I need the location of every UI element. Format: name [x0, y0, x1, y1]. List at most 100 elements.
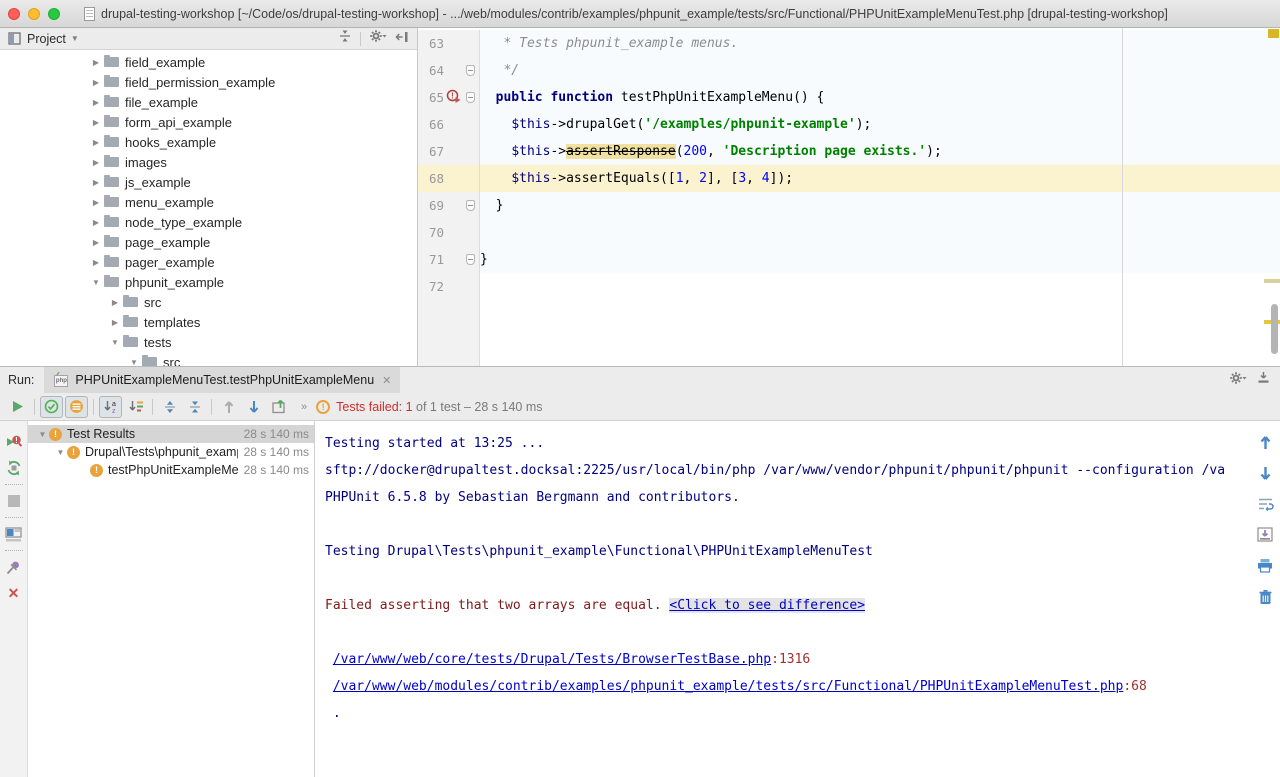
chevron-expanded-icon[interactable]: ▼	[54, 448, 67, 457]
editor-line[interactable]: 65! public function testPhpUnitExampleMe…	[418, 84, 1280, 111]
rerun-button[interactable]	[0, 455, 27, 481]
chevron-expanded-icon[interactable]: ▼	[36, 430, 49, 439]
code-line-content[interactable]: }	[480, 246, 1280, 273]
print-icon[interactable]	[1257, 558, 1273, 578]
project-tree-item[interactable]: ▶images	[0, 152, 417, 172]
more-actions-icon[interactable]: »	[301, 401, 308, 413]
editor-line[interactable]: 67 $this->assertResponse(200, 'Descripti…	[418, 138, 1280, 165]
hide-tool-window-icon[interactable]	[1257, 371, 1270, 389]
code-line-content[interactable]: $this->drupalGet('/examples/phpunit-exam…	[480, 111, 1280, 138]
next-failed-test-button[interactable]	[242, 396, 265, 418]
soft-wrap-toggle-icon[interactable]	[1257, 497, 1274, 516]
code-line-content[interactable]: */	[480, 57, 1280, 84]
project-tree-item[interactable]: ▶page_example	[0, 232, 417, 252]
code-line-content[interactable]: $this->assertEquals([1, 2], [3, 4]);	[480, 165, 1280, 192]
project-tree-item[interactable]: ▼tests	[0, 332, 417, 352]
close-window-button[interactable]	[8, 8, 20, 20]
code-editor[interactable]: 63 * Tests phpunit_example menus.64 */65…	[418, 28, 1280, 366]
chevron-collapsed-icon[interactable]: ▶	[88, 78, 104, 87]
minimize-window-button[interactable]	[28, 8, 40, 20]
chevron-expanded-icon[interactable]: ▼	[107, 338, 123, 347]
rerun-test-button[interactable]	[6, 396, 29, 418]
chevron-collapsed-icon[interactable]: ▶	[88, 218, 104, 227]
clear-all-icon[interactable]	[1258, 589, 1273, 610]
zoom-window-button[interactable]	[48, 8, 60, 20]
fold-marker-icon[interactable]	[466, 254, 475, 265]
gear-icon[interactable]	[369, 29, 387, 48]
chevron-down-icon[interactable]: ▼	[71, 34, 79, 43]
error-stripe-warning-marker[interactable]	[1268, 29, 1279, 38]
code-line-content[interactable]: * Tests phpunit_example menus.	[480, 30, 1280, 57]
chevron-collapsed-icon[interactable]: ▶	[107, 318, 123, 327]
close-tab-icon[interactable]: ✕	[382, 374, 391, 387]
next-message-button[interactable]	[1259, 466, 1272, 486]
code-line-content[interactable]: $this->assertResponse(200, 'Description …	[480, 138, 1280, 165]
chevron-collapsed-icon[interactable]: ▶	[88, 98, 104, 107]
project-tree-item[interactable]: ▼phpunit_example	[0, 272, 417, 292]
collapse-all-button[interactable]	[183, 396, 206, 418]
show-passed-toggle[interactable]	[40, 396, 63, 418]
sort-alphabetically-toggle[interactable]: az	[99, 396, 122, 418]
project-tree-item[interactable]: ▶field_permission_example	[0, 72, 417, 92]
project-tree-item[interactable]: ▶form_api_example	[0, 112, 417, 132]
restore-layout-button[interactable]	[0, 521, 27, 547]
console-link[interactable]: /var/www/web/modules/contrib/examples/ph…	[333, 679, 1124, 694]
editor-empty-area[interactable]	[418, 300, 1280, 366]
project-tree-item[interactable]: ▶menu_example	[0, 192, 417, 212]
chevron-collapsed-icon[interactable]: ▶	[107, 298, 123, 307]
chevron-collapsed-icon[interactable]: ▶	[88, 158, 104, 167]
console-link[interactable]: <Click to see difference>	[669, 598, 865, 613]
editor-scrollbar[interactable]	[1271, 304, 1278, 354]
editor-line[interactable]: 66 $this->drupalGet('/examples/phpunit-e…	[418, 111, 1280, 138]
project-tree-item[interactable]: ▶src	[0, 292, 417, 312]
chevron-collapsed-icon[interactable]: ▶	[88, 118, 104, 127]
export-test-results-button[interactable]	[267, 396, 290, 418]
run-tab[interactable]: ✓php PHPUnitExampleMenuTest.testPhpUnitE…	[44, 367, 400, 393]
test-tree-item[interactable]: !testPhpUnitExampleMenu28 s 140 ms	[28, 461, 314, 479]
sort-by-duration-button[interactable]	[124, 396, 147, 418]
scroll-to-end-icon[interactable]	[1257, 527, 1273, 547]
test-tree-item[interactable]: ▼!Test Results28 s 140 ms	[28, 425, 314, 443]
close-tool-window-button[interactable]: ✕	[0, 580, 27, 606]
project-tree-item[interactable]: ▶hooks_example	[0, 132, 417, 152]
pin-tab-button[interactable]	[0, 554, 27, 580]
code-line-content[interactable]	[480, 273, 1280, 300]
editor-line[interactable]: 69 }	[418, 192, 1280, 219]
chevron-expanded-icon[interactable]: ▼	[126, 358, 142, 367]
chevron-expanded-icon[interactable]: ▼	[88, 278, 104, 287]
console-link[interactable]: /var/www/web/core/tests/Drupal/Tests/Bro…	[333, 652, 771, 667]
fold-marker-icon[interactable]	[466, 200, 475, 211]
code-line-content[interactable]	[480, 219, 1280, 246]
hide-panel-icon[interactable]	[395, 30, 409, 48]
code-line-content[interactable]: public function testPhpUnitExampleMenu()…	[480, 84, 1280, 111]
project-tree-item[interactable]: ▶js_example	[0, 172, 417, 192]
test-failed-gutter-icon[interactable]: !	[446, 88, 461, 107]
test-console-output[interactable]: Testing started at 13:25 ...sftp://docke…	[315, 421, 1250, 777]
chevron-collapsed-icon[interactable]: ▶	[88, 138, 104, 147]
editor-line[interactable]: 71}	[418, 246, 1280, 273]
fold-marker-icon[interactable]	[466, 92, 475, 103]
chevron-collapsed-icon[interactable]: ▶	[88, 258, 104, 267]
editor-line[interactable]: 72	[418, 273, 1280, 300]
project-tree-item[interactable]: ▶templates	[0, 312, 417, 332]
code-line-content[interactable]: }	[480, 192, 1280, 219]
stop-button[interactable]	[0, 488, 27, 514]
project-tree-item[interactable]: ▼src	[0, 352, 417, 366]
gear-icon[interactable]	[1229, 371, 1247, 390]
test-tree-item[interactable]: ▼!Drupal\Tests\phpunit_example\Functiona…	[28, 443, 314, 461]
chevron-collapsed-icon[interactable]: ▶	[88, 178, 104, 187]
editor-line[interactable]: 70	[418, 219, 1280, 246]
previous-failed-test-button[interactable]	[217, 396, 240, 418]
chevron-collapsed-icon[interactable]: ▶	[88, 238, 104, 247]
project-tree-item[interactable]: ▶pager_example	[0, 252, 417, 272]
editor-line[interactable]: 63 * Tests phpunit_example menus.	[418, 30, 1280, 57]
editor-line[interactable]: 64 */	[418, 57, 1280, 84]
project-tree-item[interactable]: ▶file_example	[0, 92, 417, 112]
fold-marker-icon[interactable]	[466, 65, 475, 76]
chevron-collapsed-icon[interactable]: ▶	[88, 58, 104, 67]
error-stripe-tick[interactable]	[1264, 279, 1280, 283]
rerun-failed-tests-button[interactable]: !	[0, 429, 27, 455]
previous-message-button[interactable]	[1259, 435, 1272, 455]
project-tree-item[interactable]: ▶field_example	[0, 52, 417, 72]
editor-line[interactable]: 68 $this->assertEquals([1, 2], [3, 4]);	[418, 165, 1280, 192]
